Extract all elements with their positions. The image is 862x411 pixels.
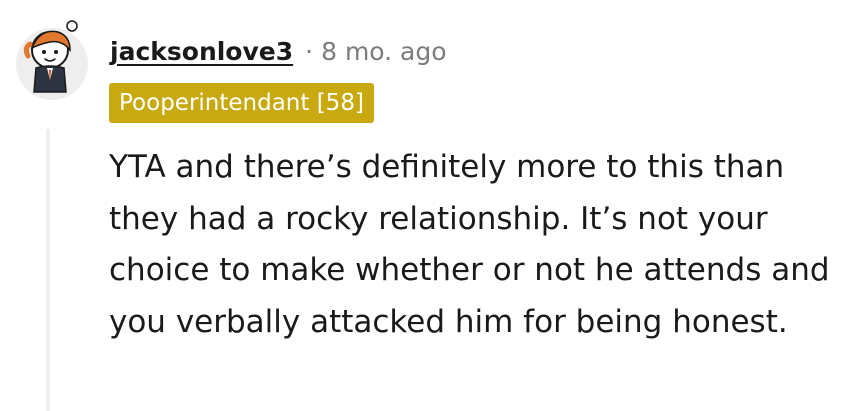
- comment-text: YTA and there’s definitely more to this …: [109, 149, 830, 340]
- timestamp-link[interactable]: 8 mo. ago: [321, 37, 446, 66]
- meta-separator: ·: [305, 36, 314, 66]
- username-link[interactable]: jacksonlove3: [110, 37, 293, 66]
- comment-body: YTA and there’s definitely more to this …: [109, 142, 849, 348]
- thread-line[interactable]: [46, 129, 50, 411]
- comment: jacksonlove3 · 8 mo. ago Pooperintendant…: [0, 0, 862, 411]
- user-flair: Pooperintendant [58]: [109, 83, 374, 123]
- user-avatar[interactable]: [14, 20, 90, 102]
- snoo-avatar-icon: [16, 20, 88, 100]
- comment-meta: jacksonlove3 · 8 mo. ago: [110, 34, 447, 68]
